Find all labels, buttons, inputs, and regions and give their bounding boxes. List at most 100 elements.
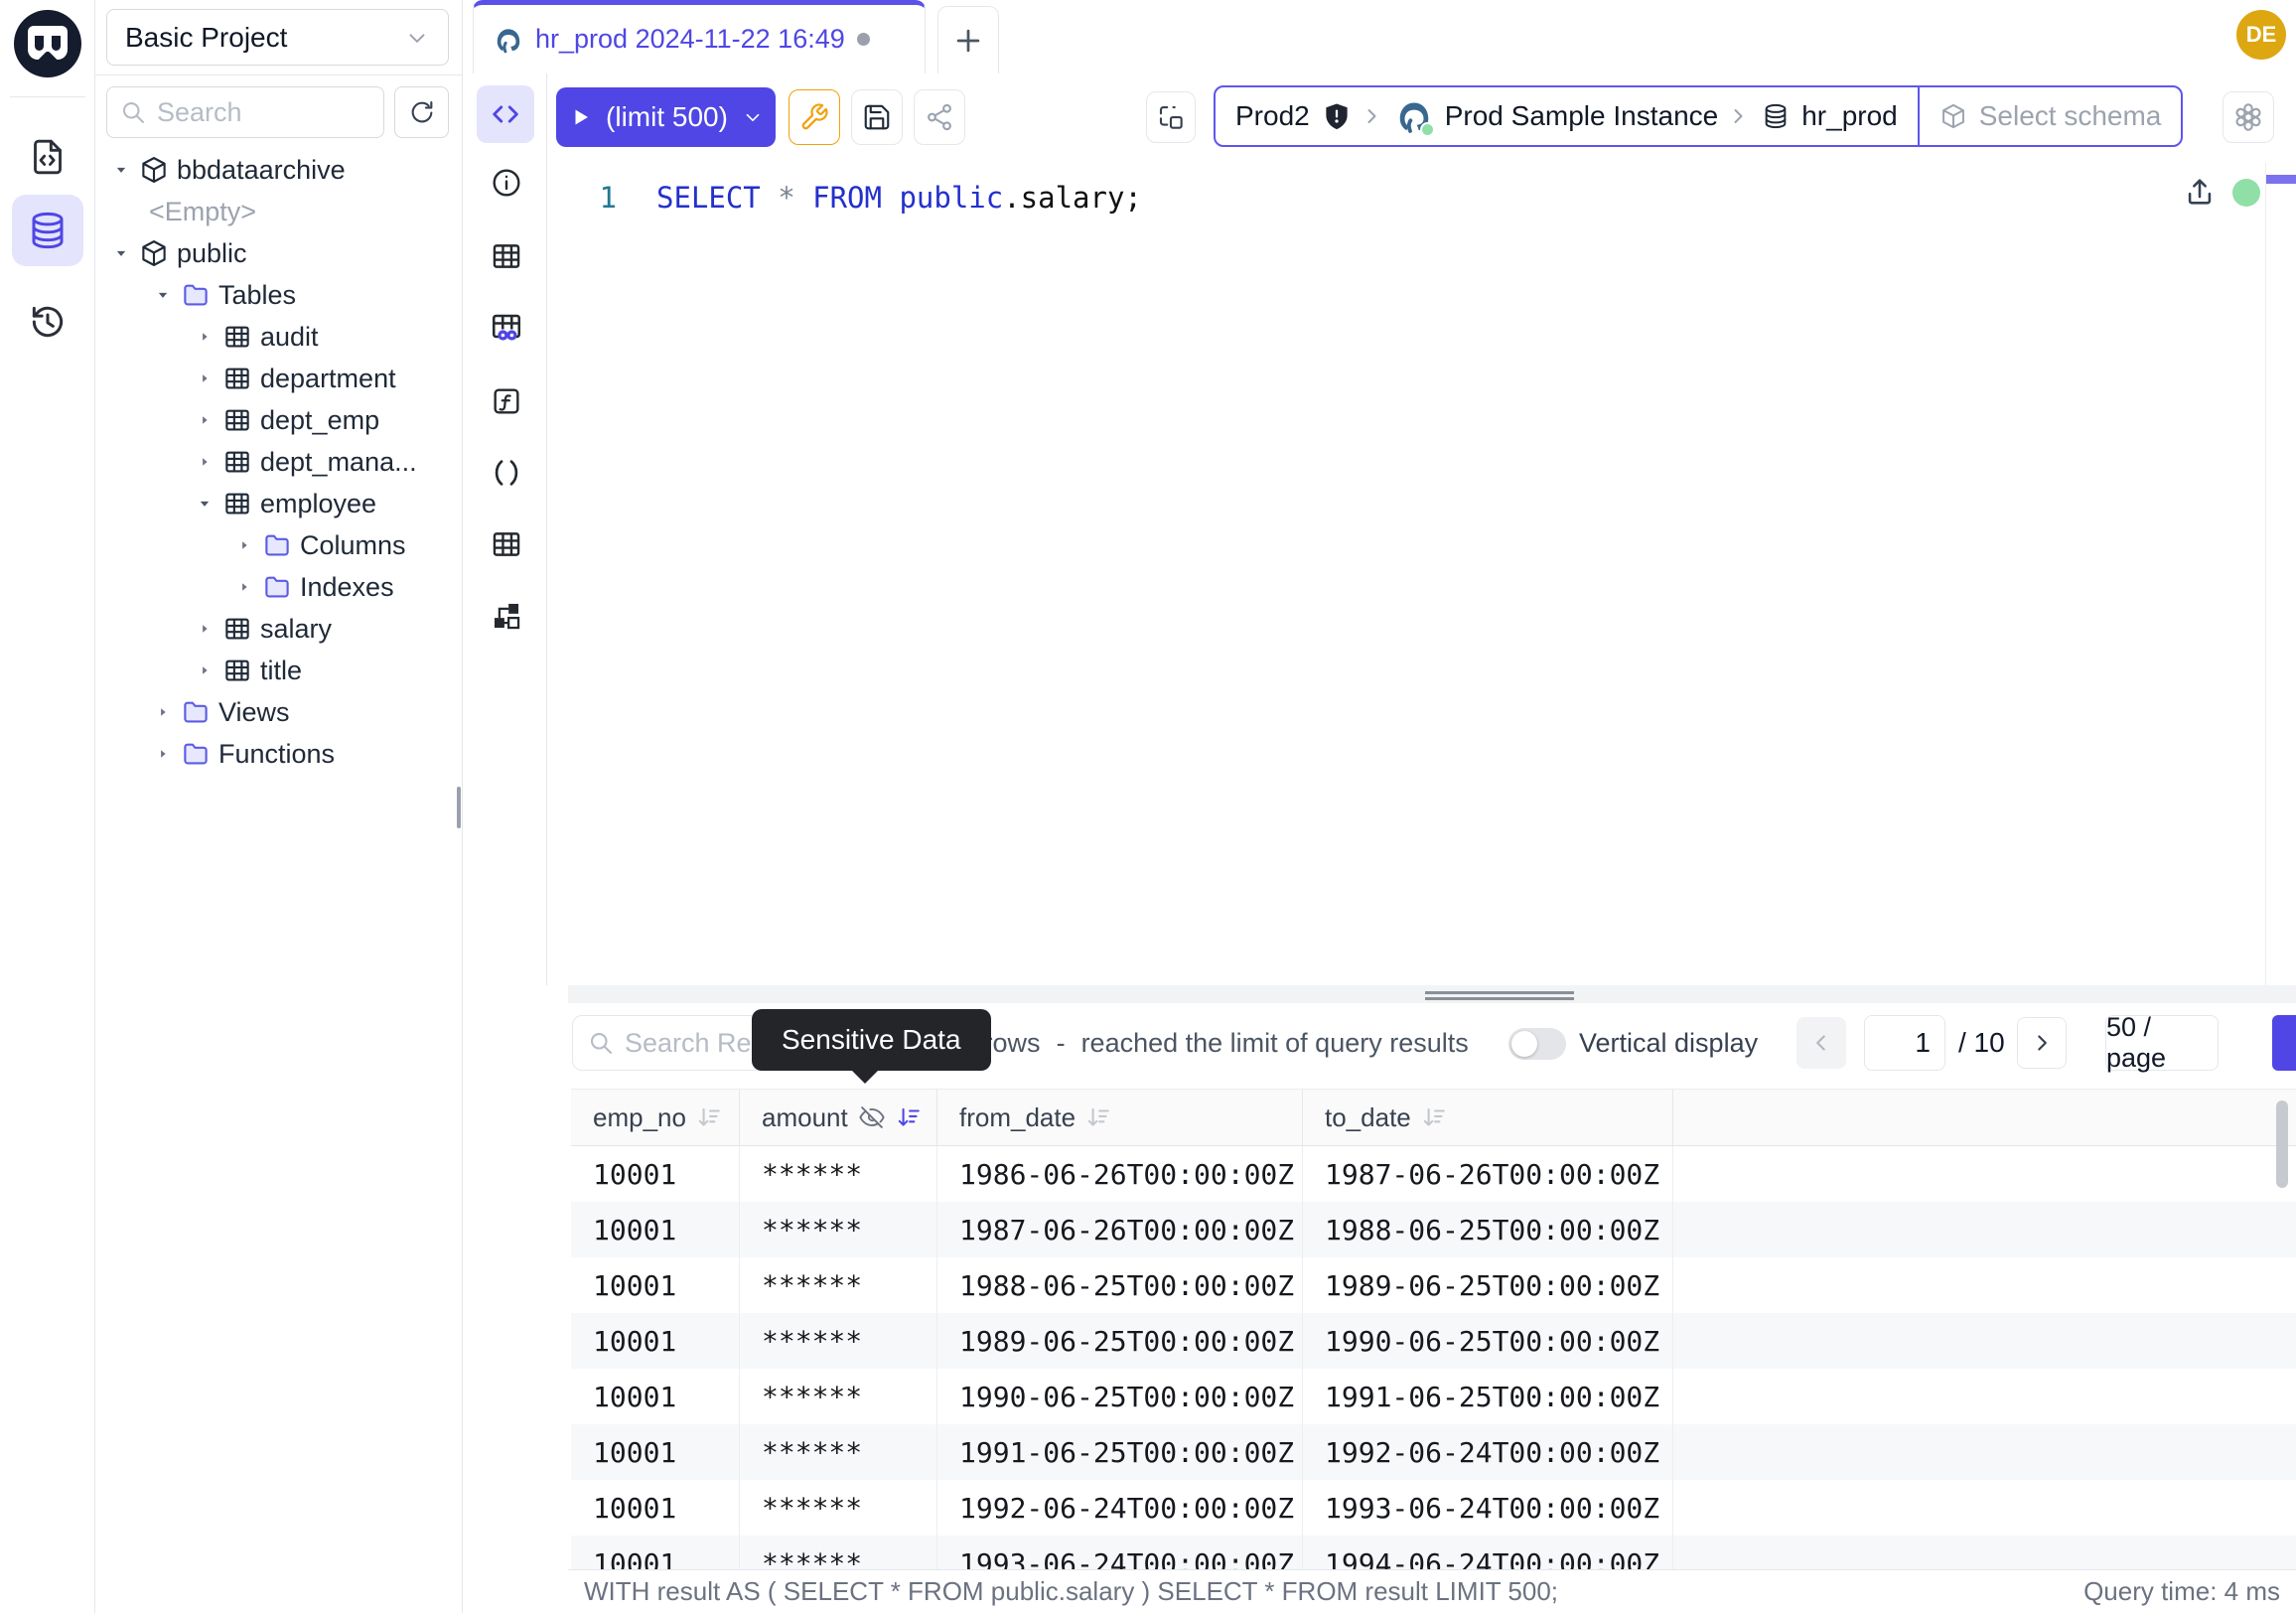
strip-item-schema-diagram[interactable] [489,598,524,634]
table-row[interactable]: 10001******1992-06-24T00:00:00Z1993-06-2… [571,1480,2296,1536]
table-row[interactable]: 10001******1993-06-24T00:00:00Z1994-06-2… [571,1536,2296,1569]
sidebar-resize-handle[interactable] [457,787,461,828]
caret-right-icon[interactable] [153,745,173,763]
new-tab-button[interactable] [937,6,999,73]
refresh-button[interactable] [394,86,449,138]
ai-assistant-button[interactable] [2223,91,2274,143]
sidebar-search-input[interactable] [157,97,356,128]
prev-page-button[interactable] [1796,1017,1846,1069]
sidebar-search[interactable] [106,86,384,138]
database-segment[interactable]: hr_prod [1750,87,1918,145]
column-header-amount[interactable]: amount [740,1090,937,1145]
left-rail [0,0,95,1613]
caret-right-icon[interactable] [234,536,254,554]
table-row[interactable]: 10001******1991-06-25T00:00:00Z1992-06-2… [571,1424,2296,1480]
table-row[interactable]: 10001******1990-06-25T00:00:00Z1991-06-2… [571,1369,2296,1424]
folder-icon [181,739,211,769]
strip-item-procedures[interactable] [489,455,524,491]
instance-segment[interactable]: Prod Sample Instance [1383,87,1727,145]
chevron-down-icon[interactable] [742,106,764,128]
database-icon [27,210,69,251]
column-header-emp-no[interactable]: emp_no [571,1090,740,1145]
tree-item-columns[interactable]: Columns [95,524,463,566]
caret-right-icon[interactable] [234,578,254,596]
batch-query-button[interactable] [1146,91,1196,143]
strip-item-info[interactable] [489,165,524,201]
tab-label: hr_prod 2024-11-22 16:49 [535,24,845,55]
caret-down-icon[interactable] [111,243,131,263]
strip-item-functions[interactable] [489,383,524,419]
sql-editor[interactable]: 1 SELECT * FROM public.salary; [547,163,2296,985]
strip-item-tables[interactable] [489,238,524,274]
format-sql-button[interactable] [789,89,840,145]
sql-code-line: SELECT * FROM public.salary; [656,181,1142,215]
database-label: hr_prod [1801,100,1898,132]
tree-item-audit[interactable]: audit [95,316,463,358]
table-row[interactable]: 10001******1986-06-26T00:00:00Z1987-06-2… [571,1146,2296,1202]
caret-right-icon[interactable] [195,411,215,429]
rail-item-history[interactable] [12,286,83,358]
eye-off-icon[interactable] [858,1103,886,1131]
rail-item-worksheet[interactable] [12,121,83,193]
rail-item-databases[interactable] [12,195,83,266]
caret-down-icon[interactable] [195,494,215,513]
tree-item-tables[interactable]: Tables [95,274,463,316]
tree-item-dept-emp[interactable]: dept_emp [95,399,463,441]
table-icon [222,447,252,477]
tab-hr-prod[interactable]: hr_prod 2024-11-22 16:49 [473,0,926,73]
environment-segment[interactable]: Prod2 [1216,87,1360,145]
strip-item-views[interactable] [489,526,524,562]
table-row[interactable]: 10001******1989-06-25T00:00:00Z1990-06-2… [571,1313,2296,1369]
caret-right-icon[interactable] [195,369,215,387]
select-schema-button[interactable]: Select schema [1918,87,2182,145]
tree-item-salary[interactable]: salary [95,608,463,650]
caret-down-icon[interactable] [111,160,131,180]
sort-icon[interactable] [896,1104,922,1130]
next-page-button[interactable] [2017,1017,2067,1069]
main-panel: hr_prod 2024-11-22 16:49 DE (limit 500) … [463,0,2296,1613]
tree-item-bbdataarchive[interactable]: bbdataarchive [95,149,463,191]
page-size-select[interactable]: 50 / page [2105,1015,2219,1071]
column-header-from-date[interactable]: from_date [937,1090,1303,1145]
caret-right-icon[interactable] [153,703,173,721]
sort-icon[interactable] [696,1104,722,1130]
upload-sql-button[interactable] [2183,175,2217,209]
postgres-icon [1395,97,1433,135]
tree-item-functions[interactable]: Functions [95,733,463,775]
tree-item-public[interactable]: public [95,232,463,274]
strip-item-masked-tables[interactable] [489,310,524,346]
table-row[interactable]: 10001******1987-06-26T00:00:00Z1988-06-2… [571,1202,2296,1257]
run-query-button[interactable]: (limit 500) [556,87,776,147]
tree-item-department[interactable]: department [95,358,463,399]
share-button[interactable] [914,89,965,145]
table-row[interactable]: 10001******1988-06-25T00:00:00Z1989-06-2… [571,1257,2296,1313]
caret-right-icon[interactable] [195,620,215,638]
column-header-to-date[interactable]: to_date [1303,1090,1673,1145]
editor-view-button[interactable] [477,85,534,143]
page-input[interactable] [1864,1015,1945,1071]
table-icon [222,364,252,393]
sort-icon[interactable] [1085,1104,1111,1130]
tree-item-views[interactable]: Views [95,691,463,733]
caret-right-icon[interactable] [195,661,215,679]
caret-right-icon[interactable] [195,328,215,346]
results-scrollbar-thumb[interactable] [2276,1100,2288,1188]
schema-sidebar: Basic Project bbdataarchive <Empty> publ… [95,0,463,1613]
tree-item-title[interactable]: title [95,650,463,691]
panel-resize-handle[interactable] [568,985,2296,1003]
editor-scrollbar[interactable] [2265,163,2266,985]
bytebase-logo[interactable] [14,10,81,77]
sort-icon[interactable] [1421,1104,1447,1130]
tree-item-indexes[interactable]: Indexes [95,566,463,608]
avatar[interactable]: DE [2236,10,2286,60]
caret-right-icon[interactable] [195,453,215,471]
vertical-display-toggle[interactable] [1508,1028,1566,1060]
export-button-partial[interactable] [2272,1015,2296,1071]
project-select[interactable]: Basic Project [106,9,449,66]
save-button[interactable] [851,89,903,145]
connection-scope[interactable]: Prod2 Prod Sample Instance hr_prod Selec… [1214,85,2183,147]
caret-down-icon[interactable] [153,285,173,305]
tree-item-dept-manager[interactable]: dept_mana... [95,441,463,483]
shield-icon [1322,101,1352,131]
tree-item-employee[interactable]: employee [95,483,463,524]
